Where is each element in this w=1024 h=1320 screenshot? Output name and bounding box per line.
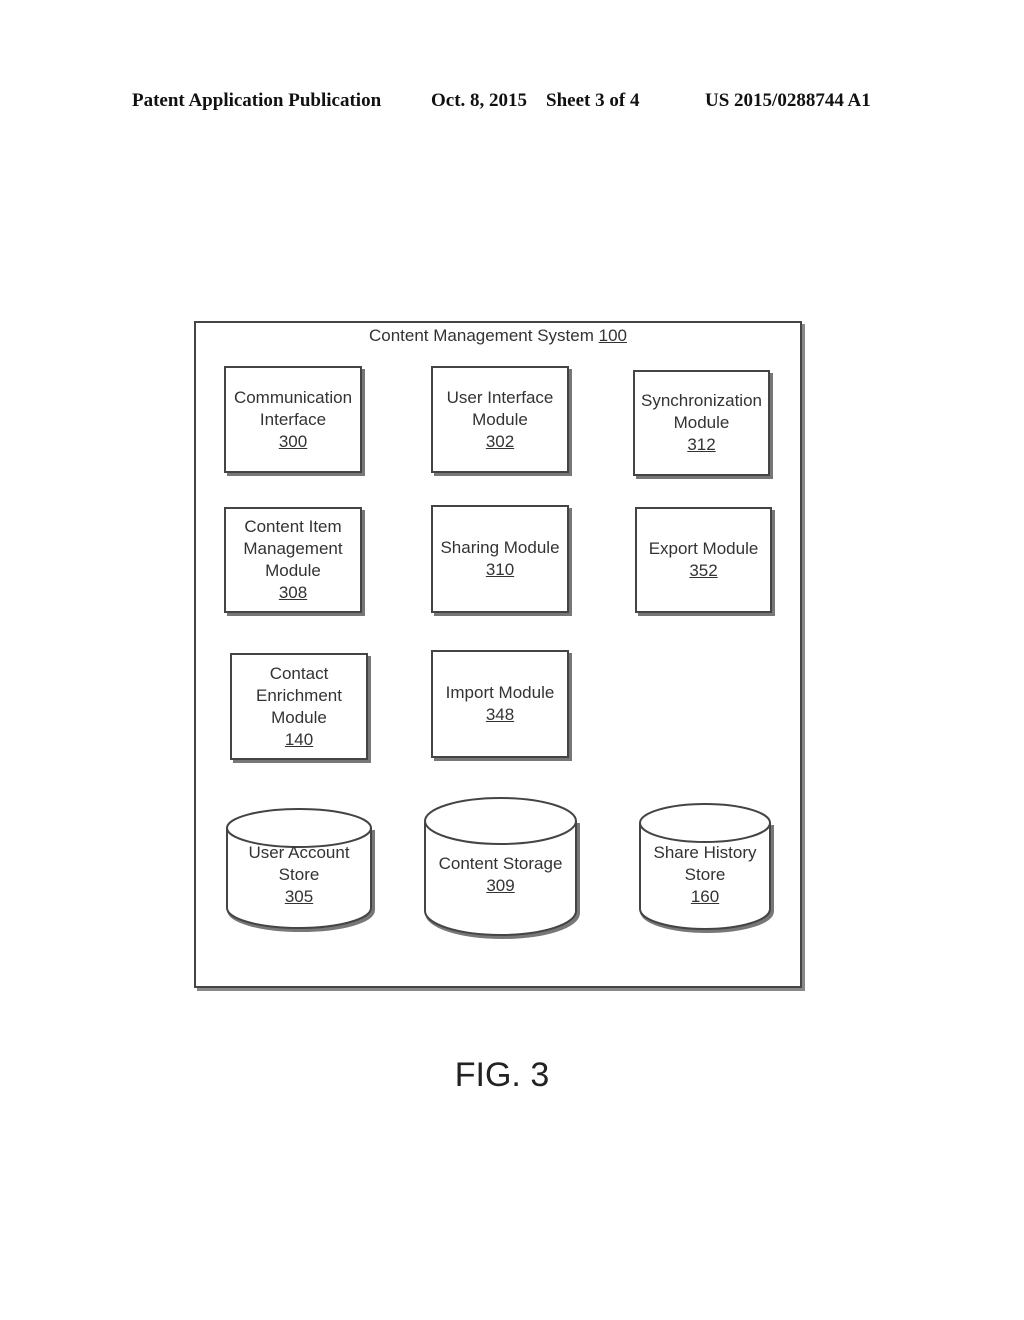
module-label-line: Import Module (445, 683, 555, 702)
store-label-line: User Account (248, 843, 350, 862)
module-label-line: Module (472, 409, 528, 429)
module-communication-interface: Communication Interface 300 (224, 366, 362, 473)
module-label-line: Sharing Module (440, 538, 560, 557)
module-label-line: Interface (259, 409, 327, 429)
store-label-line: Content Storage (438, 854, 563, 873)
module-label-line: Module (673, 413, 730, 432)
module-label-line: Enrichment (256, 685, 342, 705)
store-label-line: Share History (653, 843, 757, 862)
store-ref: 160 (690, 887, 720, 906)
module-synchronization: Synchronization Module 312 (633, 370, 770, 476)
system-title: Content Management System 100 (194, 326, 802, 346)
module-label-line: User Interface (446, 387, 554, 407)
module-label-line: Module (271, 707, 327, 727)
module-label-line: Export Module (648, 539, 759, 558)
module-ref: 300 (278, 431, 308, 451)
module-ref: 348 (485, 705, 515, 724)
module-ref: 312 (687, 435, 716, 454)
figure-label: FIG. 3 (454, 1056, 550, 1094)
store-share-history: Share History Store 160 (639, 803, 774, 933)
store-label-line: Store (684, 865, 726, 884)
store-label-line: Store (278, 865, 320, 884)
module-ref: 140 (284, 729, 314, 749)
module-label-line: Module (265, 561, 321, 580)
module-import: Import Module 348 (431, 650, 569, 758)
header-patent-number: US 2015/0288744 A1 (705, 90, 871, 111)
module-sharing: Sharing Module 310 (431, 505, 569, 613)
system-ref: 100 (598, 326, 627, 345)
header-publication-label: Patent Application Publication (132, 90, 382, 111)
store-user-account: User Account Store 305 (226, 808, 375, 932)
store-ref: 309 (486, 876, 515, 895)
system-title-text: Content Management System (368, 326, 594, 345)
module-label-line: Management (243, 539, 343, 558)
module-label-line: Content Item (244, 517, 342, 536)
module-ref: 310 (485, 560, 515, 579)
store-content-storage: Content Storage 309 (424, 797, 580, 939)
module-label-line: Communication (233, 387, 353, 407)
module-contact-enrichment: Contact Enrichment Module 140 (230, 653, 368, 760)
module-content-item-management: Content Item Management Module 308 (224, 507, 362, 613)
store-ref: 305 (284, 887, 314, 906)
module-label-line: Synchronization (641, 391, 762, 410)
header-date-sheet: Oct. 8, 2015 Sheet 3 of 4 (431, 90, 640, 111)
module-ref: 352 (689, 561, 718, 580)
module-export: Export Module 352 (635, 507, 772, 613)
module-ref: 308 (278, 583, 308, 602)
module-ref: 302 (485, 431, 515, 451)
module-user-interface: User Interface Module 302 (431, 366, 569, 473)
module-label-line: Contact (269, 663, 329, 683)
